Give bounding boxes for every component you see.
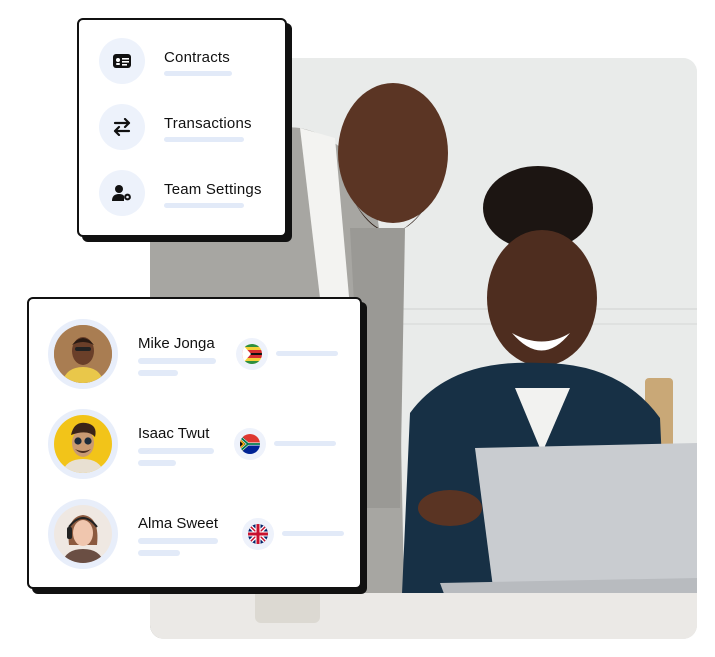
zimbabwe-flag-icon [236,338,268,370]
avatar [48,409,118,479]
menu-item-label: Team Settings [164,181,262,198]
placeholder-bar [138,538,218,544]
placeholder-bar [138,460,176,466]
team-member-row[interactable]: Isaac Twut [48,409,348,479]
placeholder-bar [282,531,344,536]
swap-arrows-icon [99,104,145,150]
id-card-icon [99,38,145,84]
south-africa-flag-icon [234,428,266,460]
team-member-name: Mike Jonga [138,335,215,352]
user-gear-icon [99,170,145,216]
placeholder-bar [138,550,180,556]
menu-item-contracts[interactable]: Contracts [99,38,279,84]
placeholder-bar [138,370,178,376]
team-member-name: Alma Sweet [138,515,219,532]
placeholder-bar [274,441,336,446]
placeholder-bar [138,448,214,454]
team-members-card: Mike Jonga Isaac Twut Alma Sweet [27,297,362,589]
team-member-name: Isaac Twut [138,425,210,442]
menu-item-transactions[interactable]: Transactions [99,104,279,150]
placeholder-bar [164,203,244,208]
menu-card: Contracts Transactions Team Settings [77,18,287,237]
menu-item-team-settings[interactable]: Team Settings [99,170,279,216]
placeholder-bar [164,71,232,76]
menu-item-label: Transactions [164,115,252,132]
avatar [48,319,118,389]
team-member-row[interactable]: Alma Sweet [48,499,348,569]
united-kingdom-flag-icon [242,518,274,550]
avatar [48,499,118,569]
menu-item-label: Contracts [164,49,230,66]
placeholder-bar [138,358,216,364]
placeholder-bar [164,137,244,142]
placeholder-bar [276,351,338,356]
team-member-row[interactable]: Mike Jonga [48,319,348,389]
